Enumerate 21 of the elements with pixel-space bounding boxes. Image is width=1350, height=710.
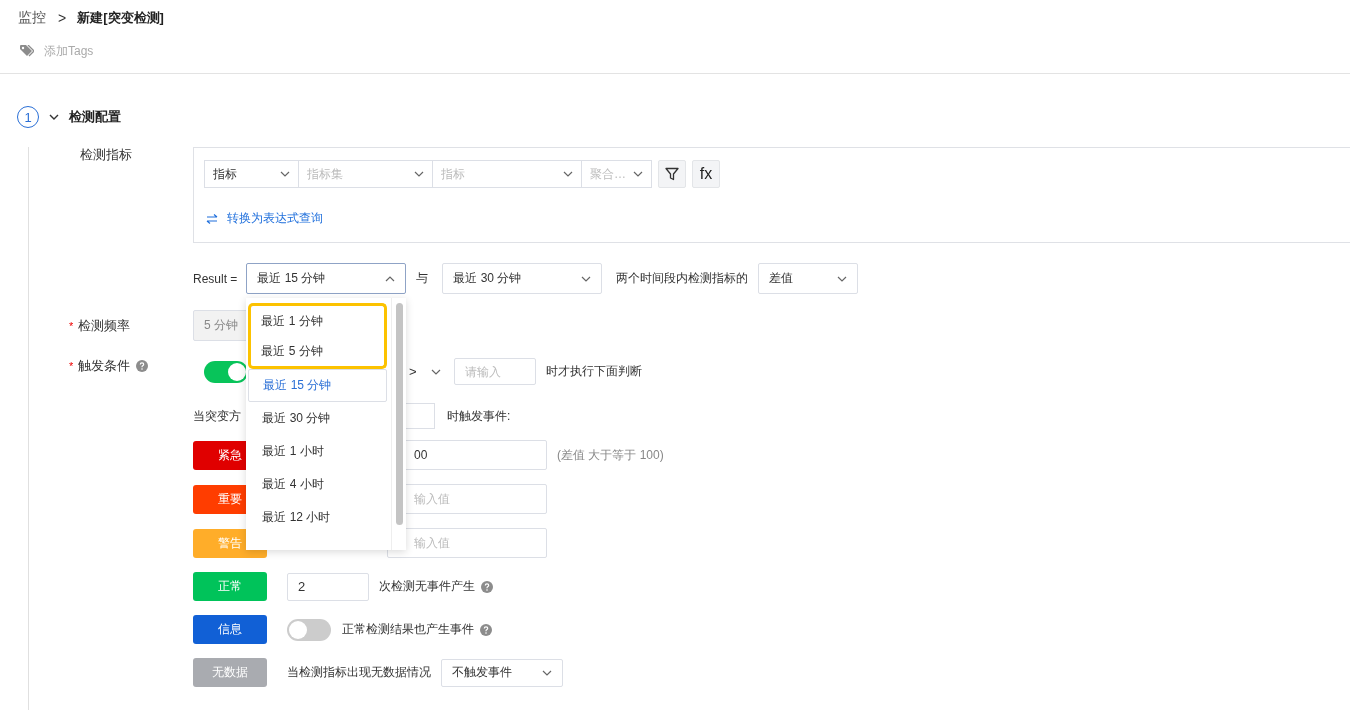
level-badge: 无数据 [193,658,267,687]
description-text: 两个时间段内检测指标的 [616,270,749,287]
description-text: 当检测指标出现无数据情况 [287,664,431,681]
field-label: 检测频率 [78,318,131,334]
field-label: 检测指标 [80,147,132,163]
description-text: 时才执行下面判断 [545,363,642,380]
required-mark: * [69,359,74,374]
page-title: 新建[突变检测] [77,9,164,27]
description-text: 正常检测结果也产生事件 [342,621,474,638]
description-text: 次检测无事件产生 [379,578,475,595]
joiner-text: 与 [416,270,429,287]
direction-label: 当突变方 [193,407,241,425]
description-text: 时触发事件: [447,407,511,425]
required-mark: * [69,319,74,334]
level-badge: 信息 [193,615,267,644]
section-title: 检测配置 [69,108,121,126]
result-label: Result = [193,271,238,286]
level-badge: 正常 [193,572,267,601]
threshold-note: (差值 大于等于 100) [557,446,664,464]
breadcrumb-separator: > [58,10,67,26]
field-label: 触发条件 [78,358,131,374]
